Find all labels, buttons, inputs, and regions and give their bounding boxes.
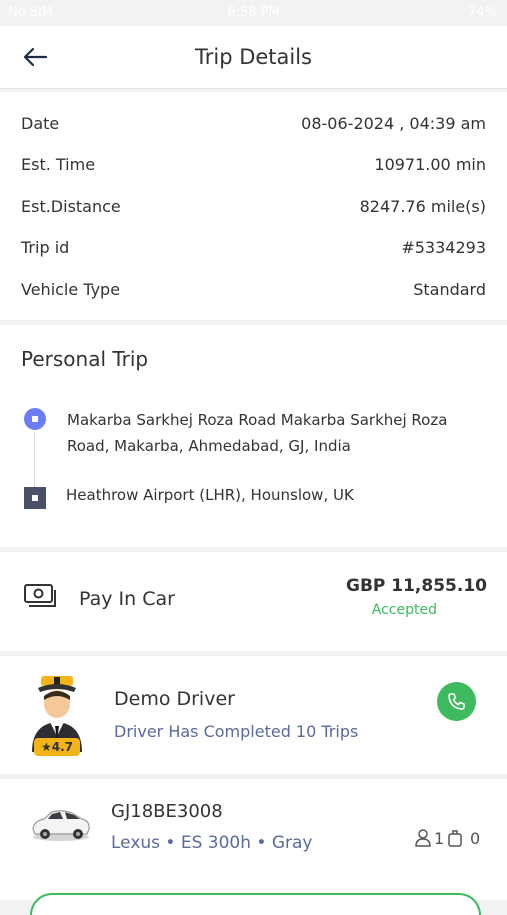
trip-info-card: Date 08-06-2024 , 04:39 am Est. Time 109… <box>0 92 507 320</box>
vehicle-capacity: 1 0 <box>415 829 487 849</box>
car-image <box>32 810 90 841</box>
driver-name: Demo Driver <box>114 688 235 710</box>
bottom-action-button[interactable] <box>30 893 481 915</box>
payment-method: Pay In Car <box>79 588 175 610</box>
battery-label: 74% <box>468 5 497 20</box>
passenger-icon <box>415 829 431 847</box>
call-driver-button[interactable] <box>437 682 476 721</box>
info-value: 08-06-2024 , 04:39 am <box>301 114 486 133</box>
status-bar: No SIM 6:58 PM 74% <box>0 0 507 26</box>
driver-card: ★4.7 Demo Driver Driver Has Completed 10… <box>0 656 507 774</box>
dropoff-marker-icon <box>24 487 46 509</box>
passenger-count: 1 <box>434 829 445 848</box>
pickup-address-line1: Makarba Sarkhej Roza Road Makarba Sarkhe… <box>67 411 448 429</box>
info-value: Standard <box>413 280 486 299</box>
info-value: 8247.76 mile(s) <box>359 197 486 216</box>
driver-trip-count: Driver Has Completed 10 Trips <box>114 722 359 741</box>
status-time: 6:58 PM <box>227 5 280 20</box>
vehicle-card: GJ18BE3008 Lexus • ES 300h • Gray 1 0 <box>0 779 507 900</box>
vehicle-model: Lexus • ES 300h • Gray <box>111 833 313 853</box>
pickup-marker-icon <box>24 408 46 430</box>
info-label: Date <box>21 114 60 133</box>
trip-amount: GBP 11,855.10 <box>345 576 487 596</box>
payment-status: Accepted <box>371 602 437 618</box>
pickup-address: Makarba Sarkhej Roza Road Makarba Sarkhe… <box>67 407 447 459</box>
vehicle-plate: GJ18BE3008 <box>111 801 223 822</box>
luggage-icon <box>448 830 462 847</box>
info-label: Est. Time <box>21 155 96 174</box>
info-value: 10971.00 min <box>374 155 486 174</box>
page-title: Trip Details <box>194 45 313 69</box>
info-label: Trip id <box>21 238 70 257</box>
route-card: Personal Trip Makarba Sarkhej Roza Road … <box>0 325 507 547</box>
route-connector <box>34 431 35 487</box>
cash-icon <box>24 584 56 607</box>
pickup-address-line2: Road, Makarba, Ahmedabad, GJ, India <box>67 437 351 455</box>
info-row-est-distance: Est.Distance 8247.76 mile(s) <box>21 197 486 221</box>
phone-icon <box>448 693 465 710</box>
info-value: #5334293 <box>401 238 486 257</box>
info-row-est-time: Est. Time 10971.00 min <box>21 155 486 179</box>
dropoff-address: Heathrow Airport (LHR), Hounslow, UK <box>66 486 354 504</box>
info-label: Est.Distance <box>21 197 121 216</box>
driver-rating-badge: ★4.7 <box>34 738 80 756</box>
info-row-trip-id: Trip id #5334293 <box>21 238 486 262</box>
info-row-date: Date 08-06-2024 , 04:39 am <box>21 114 486 138</box>
luggage-count: 0 <box>470 829 481 848</box>
route-title: Personal Trip <box>21 347 149 371</box>
info-row-vehicle-type: Vehicle Type Standard <box>21 280 486 304</box>
info-label: Vehicle Type <box>21 280 121 299</box>
payment-card: Pay In Car GBP 11,855.10 Accepted <box>0 552 507 651</box>
app-header: Trip Details <box>0 26 507 89</box>
